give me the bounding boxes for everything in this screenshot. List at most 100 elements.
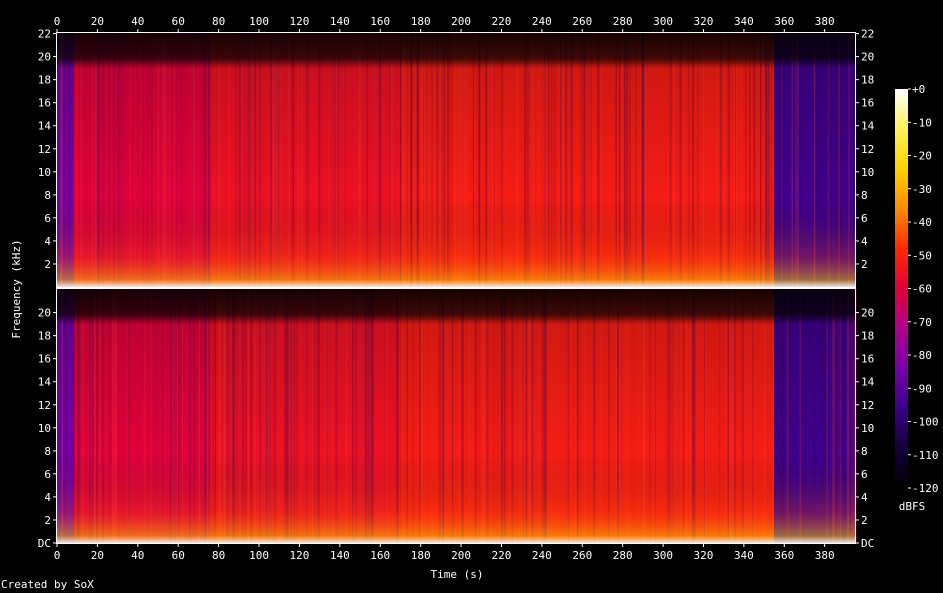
y-tick-label: 8: [44, 445, 51, 458]
y-tick-label: 2: [861, 514, 868, 527]
y-tick-label: 18: [38, 330, 51, 343]
y-tick-label: 20: [861, 51, 874, 64]
y-tick-label: 4: [44, 491, 51, 504]
frequency-rolloff: [57, 33, 855, 287]
colorbar-label: dBFS: [899, 500, 926, 513]
y-tick-label: 20: [861, 307, 874, 320]
sox-credit: Created by SoX: [1, 578, 94, 591]
x-tick-label: 120: [289, 15, 309, 28]
y-axis-label: Frequency (kHz): [10, 239, 23, 338]
y-tick-label: 14: [38, 120, 52, 133]
x-tick-label: 340: [734, 15, 754, 28]
x-tick-label: 80: [212, 549, 225, 562]
y-tick-label: DC: [861, 537, 874, 550]
spectrogram-figure: 2 24 46 68 810 1012 1214 1416 1618 1820 2022 22DC DC…: [10, 15, 939, 581]
x-tick-label: 260: [572, 549, 592, 562]
x-tick-label: 20: [91, 549, 104, 562]
colorbar: [895, 89, 908, 488]
x-tick-label: 0: [54, 549, 61, 562]
y-tick-label: 8: [44, 189, 51, 202]
x-tick-label: 140: [330, 549, 350, 562]
y-tick-label: 6: [44, 468, 51, 481]
colorbar-tick-label: -90: [912, 382, 932, 395]
x-tick-label: 200: [451, 549, 471, 562]
x-tick-label: 360: [774, 549, 794, 562]
y-tick-label: 4: [861, 235, 868, 248]
x-tick-label: 380: [815, 549, 835, 562]
colorbar-tick-label: -70: [912, 316, 932, 329]
x-tick-label: 60: [172, 15, 185, 28]
y-tick-label: 18: [38, 74, 51, 87]
spectrogram-channel-2: [57, 289, 857, 543]
colorbar-tick-label: -50: [912, 249, 932, 262]
y-tick-label: 18: [861, 74, 874, 87]
y-tick-label: 4: [44, 235, 51, 248]
y-tick-label: 6: [861, 212, 868, 225]
x-tick-label: 140: [330, 15, 350, 28]
y-tick-label: 16: [861, 353, 874, 366]
colorbar-tick-label: -20: [912, 150, 932, 163]
y-tick-label: 8: [861, 445, 868, 458]
x-tick-label: 240: [532, 549, 552, 562]
y-tick-label: 6: [44, 212, 51, 225]
x-tick-label: 60: [172, 549, 185, 562]
spectrogram-channel-1: [57, 33, 855, 287]
y-tick-label: 10: [861, 166, 874, 179]
colorbar-tick-label: -10: [912, 116, 932, 129]
colorbar-ticks: +0 -10 -20 -30 -40 -50 -60 -70 -80 -90 -100 -110 -12…: [908, 83, 939, 495]
x-axis-label: Time (s): [431, 568, 484, 581]
x-tick-label: 100: [249, 549, 269, 562]
colorbar-tick-label: +0: [912, 83, 925, 96]
x-tick-label: 340: [734, 549, 754, 562]
y-tick-label: 10: [38, 422, 51, 435]
x-tick-label: 40: [131, 549, 144, 562]
x-tick-label: 40: [131, 15, 144, 28]
y-tick-label: 22: [38, 28, 51, 41]
y-tick-label: 10: [861, 422, 874, 435]
colorbar-tick-label: -100: [912, 416, 939, 429]
y-tick-label: DC: [38, 537, 51, 550]
y-tick-label: 14: [861, 120, 875, 133]
x-tick-label: 380: [815, 15, 835, 28]
y-tick-label: 2: [861, 258, 868, 271]
y-tick-label: 16: [38, 353, 51, 366]
y-tick-label: 10: [38, 166, 51, 179]
y-tick-label: 14: [38, 376, 52, 389]
y-tick-label: 6: [861, 468, 868, 481]
x-tick-label: 220: [492, 15, 512, 28]
x-tick-label: 100: [249, 15, 269, 28]
y-tick-label: 4: [861, 491, 868, 504]
x-tick-label: 0: [54, 15, 61, 28]
y-tick-label: 18: [861, 330, 874, 343]
x-tick-label: 200: [451, 15, 471, 28]
y-tick-label: 20: [38, 51, 51, 64]
x-tick-label: 180: [411, 549, 431, 562]
y-tick-label: 14: [861, 376, 875, 389]
y-tick-label: 16: [38, 97, 51, 110]
x-tick-label: 260: [572, 15, 592, 28]
y-tick-label: 20: [38, 307, 51, 320]
x-tick-label: 300: [653, 549, 673, 562]
colorbar-gradient: [895, 89, 908, 488]
colorbar-tick-label: -80: [912, 349, 932, 362]
x-tick-label: 180: [411, 15, 431, 28]
y-tick-label: 2: [44, 258, 51, 271]
x-tick-label: 280: [613, 549, 633, 562]
colorbar-tick-label: -40: [912, 216, 932, 229]
x-tick-label: 20: [91, 15, 104, 28]
y-tick-label: 12: [861, 399, 874, 412]
colorbar-tick-label: -120: [912, 482, 939, 495]
colorbar-tick-label: -30: [912, 183, 932, 196]
y-tick-label: 16: [861, 97, 874, 110]
frequency-rolloff: [57, 289, 855, 543]
x-tick-label: 80: [212, 15, 225, 28]
x-tick-label: 240: [532, 15, 552, 28]
x-tick-label: 360: [774, 15, 794, 28]
x-tick-label: 320: [694, 549, 714, 562]
y-tick-label: 12: [38, 143, 51, 156]
x-tick-label: 120: [289, 549, 309, 562]
x-tick-label: 300: [653, 15, 673, 28]
x-tick-label: 280: [613, 15, 633, 28]
colorbar-tick-label: -110: [912, 449, 939, 462]
x-tick-label: 160: [370, 15, 390, 28]
